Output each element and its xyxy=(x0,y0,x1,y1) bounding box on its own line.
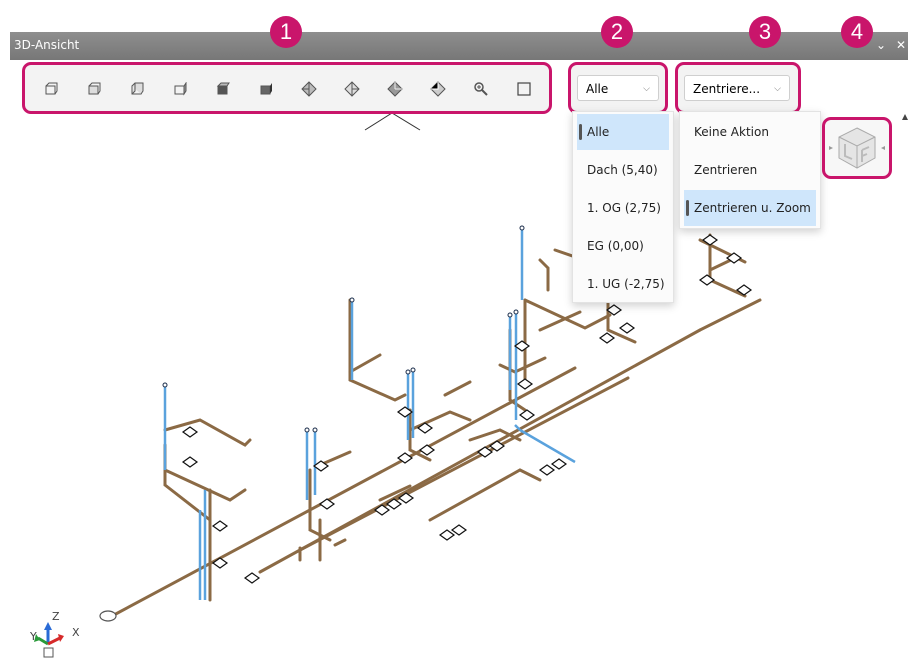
callout-badge: 4 xyxy=(841,16,873,48)
axis-label-z: Z xyxy=(52,610,60,623)
floor-option[interactable]: EG (0,00) xyxy=(577,228,669,264)
action-option[interactable]: Keine Aktion xyxy=(684,114,816,150)
axis-label-x: X xyxy=(72,626,80,639)
view-top-icon[interactable] xyxy=(213,79,233,99)
iso-se-icon[interactable] xyxy=(342,79,362,99)
view-cube-icon xyxy=(829,127,885,169)
action-select[interactable]: Zentriere... ⌵ xyxy=(684,75,790,101)
floor-option[interactable]: 1. OG (2,75) xyxy=(577,190,669,226)
axis-triad-icon xyxy=(34,622,64,658)
scrollbar[interactable] xyxy=(902,114,908,134)
floor-option[interactable]: Dach (5,40) xyxy=(577,152,669,188)
iso-sw-icon[interactable] xyxy=(299,79,319,99)
iso-nw-icon[interactable] xyxy=(428,79,448,99)
action-option[interactable]: Zentrieren u. Zoom xyxy=(684,190,816,226)
floor-dropdown: Alle Dach (5,40) 1. OG (2,75) EG (0,00) … xyxy=(572,111,674,303)
action-select-value: Zentriere... xyxy=(693,82,761,96)
chevron-down-icon: ⌵ xyxy=(643,84,650,94)
view-cube[interactable] xyxy=(822,117,892,179)
view-front-icon[interactable] xyxy=(41,79,61,99)
view-toolbar xyxy=(22,62,552,114)
view-left-icon[interactable] xyxy=(127,79,147,99)
floor-option[interactable]: Alle xyxy=(577,114,669,150)
floor-select-value: Alle xyxy=(586,82,609,96)
axis-label-y: Y xyxy=(30,630,37,643)
iso-ne-icon[interactable] xyxy=(385,79,405,99)
action-dropdown: Keine Aktion Zentrieren Zentrieren u. Zo… xyxy=(679,111,821,229)
frame-icon[interactable] xyxy=(514,79,534,99)
callout-badge: 1 xyxy=(270,16,302,48)
view-bottom-icon[interactable] xyxy=(256,79,276,99)
callout-badge: 3 xyxy=(749,16,781,48)
chevron-down-icon: ⌵ xyxy=(774,84,781,94)
action-option[interactable]: Zentrieren xyxy=(684,152,816,188)
floor-select-frame: Alle ⌵ xyxy=(568,62,668,114)
floor-select[interactable]: Alle ⌵ xyxy=(577,75,659,101)
callout-badge: 2 xyxy=(601,16,633,48)
action-select-frame: Zentriere... ⌵ xyxy=(675,62,801,114)
view-back-icon[interactable] xyxy=(84,79,104,99)
zoom-icon[interactable] xyxy=(471,79,491,99)
axis-triad: Z Y X xyxy=(30,606,90,664)
view-right-icon[interactable] xyxy=(170,79,190,99)
floor-option[interactable]: 1. UG (-2,75) xyxy=(577,266,669,302)
